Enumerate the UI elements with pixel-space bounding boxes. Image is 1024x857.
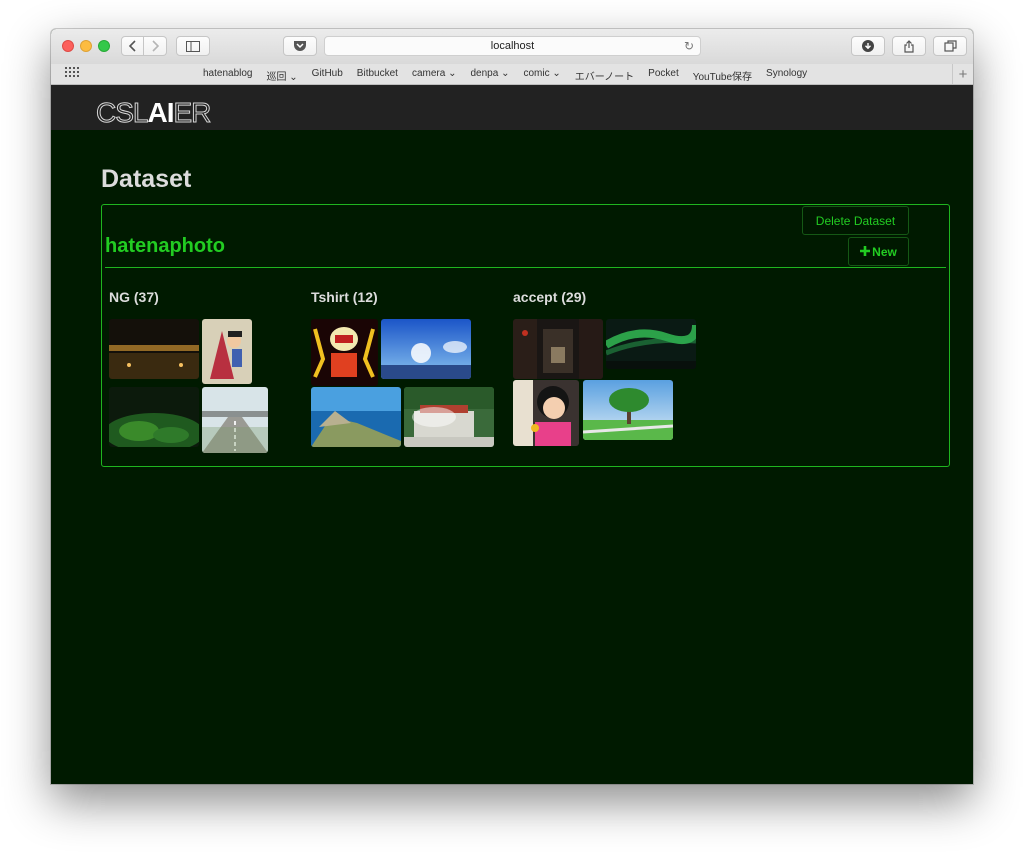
forward-button[interactable] bbox=[144, 36, 167, 56]
new-category-button[interactable]: New bbox=[848, 237, 909, 266]
chevron-down-icon: ⌄ bbox=[552, 68, 561, 79]
bookmark-synology[interactable]: Synology bbox=[766, 68, 807, 83]
delete-dataset-button[interactable]: Delete Dataset bbox=[802, 206, 909, 235]
bookmark-youtube[interactable]: YouTube保存 bbox=[693, 68, 752, 83]
thumbnail-image[interactable] bbox=[404, 387, 494, 447]
share-icon bbox=[904, 39, 914, 53]
sidebar-toggle-button[interactable] bbox=[176, 36, 210, 56]
thumbnail-image[interactable] bbox=[202, 319, 252, 384]
navigation-buttons bbox=[121, 36, 167, 56]
zoom-window-button[interactable] bbox=[98, 40, 110, 52]
app-logo[interactable]: CSLAIER bbox=[95, 97, 211, 129]
app-header: CSLAIER bbox=[51, 85, 973, 130]
bookmarks-bar: hatenablog 巡回 ⌄ GitHub Bitbucket camera … bbox=[51, 64, 973, 85]
bookmark-pocket[interactable]: Pocket bbox=[648, 68, 679, 83]
thumbnail-image[interactable] bbox=[381, 319, 471, 379]
bookmark-bitbucket[interactable]: Bitbucket bbox=[357, 68, 398, 83]
plus-icon bbox=[860, 245, 871, 259]
reload-icon[interactable]: ↻ bbox=[684, 39, 694, 53]
downloads-button[interactable] bbox=[851, 36, 885, 56]
download-icon bbox=[862, 40, 874, 52]
bookmark-items: hatenablog 巡回 ⌄ GitHub Bitbucket camera … bbox=[203, 68, 807, 83]
page-title: Dataset bbox=[101, 165, 192, 193]
divider bbox=[105, 267, 946, 268]
back-button[interactable] bbox=[121, 36, 144, 56]
bookmark-comic[interactable]: comic ⌄ bbox=[523, 68, 560, 83]
chevron-down-icon: ⌄ bbox=[501, 68, 510, 79]
pocket-button[interactable] bbox=[283, 36, 317, 56]
thumbnail-image[interactable] bbox=[109, 319, 199, 379]
bookmark-junkai[interactable]: 巡回 ⌄ bbox=[267, 68, 298, 83]
category-title: accept (29) bbox=[513, 289, 587, 305]
thumbnail-image[interactable] bbox=[606, 319, 696, 369]
bookmark-github[interactable]: GitHub bbox=[312, 68, 343, 83]
bookmark-camera[interactable]: camera ⌄ bbox=[412, 68, 457, 83]
chevron-right-icon bbox=[152, 40, 160, 52]
bookmark-evernote[interactable]: エバーノート bbox=[575, 68, 634, 83]
dataset-name: hatenaphoto bbox=[105, 235, 225, 257]
thumbnail-image[interactable] bbox=[513, 380, 579, 446]
thumbnail-image[interactable] bbox=[311, 387, 401, 447]
url-text: localhost bbox=[490, 40, 535, 52]
dataset-panel: hatenaphoto Delete Dataset New NG (37) T… bbox=[101, 204, 950, 467]
thumbnail-image[interactable] bbox=[583, 380, 673, 440]
browser-window: localhost ↻ hatenablog 巡回 ⌄ GitHub Bitbu… bbox=[51, 29, 973, 784]
thumbnail-image[interactable] bbox=[202, 387, 268, 453]
pocket-icon bbox=[294, 41, 306, 51]
bookmark-denpa[interactable]: denpa ⌄ bbox=[470, 68, 509, 83]
tabs-icon bbox=[943, 40, 957, 52]
category-tshirt[interactable]: Tshirt (12) bbox=[311, 289, 494, 447]
address-bar[interactable]: localhost ↻ bbox=[324, 36, 701, 56]
category-title: Tshirt (12) bbox=[311, 289, 378, 305]
chevron-down-icon: ⌄ bbox=[289, 72, 298, 83]
minimize-window-button[interactable] bbox=[80, 40, 92, 52]
grid-icon[interactable] bbox=[65, 67, 79, 80]
chevron-left-icon bbox=[128, 40, 136, 52]
thumbnail-image[interactable] bbox=[109, 387, 199, 447]
close-window-button[interactable] bbox=[62, 40, 74, 52]
thumbnail-image[interactable] bbox=[311, 319, 378, 386]
thumbnail-image[interactable] bbox=[513, 319, 603, 379]
chevron-down-icon: ⌄ bbox=[448, 68, 457, 79]
category-title: NG (37) bbox=[109, 289, 159, 305]
bookmark-hatenablog[interactable]: hatenablog bbox=[203, 68, 253, 83]
share-button[interactable] bbox=[892, 36, 926, 56]
tabs-overview-button[interactable] bbox=[933, 36, 967, 56]
browser-toolbar: localhost ↻ bbox=[51, 29, 973, 65]
category-accept[interactable]: accept (29) bbox=[513, 289, 696, 446]
sidebar-icon bbox=[186, 40, 200, 52]
add-bookmark-icon[interactable]: + bbox=[952, 64, 973, 84]
category-ng[interactable]: NG (37) bbox=[109, 289, 268, 453]
